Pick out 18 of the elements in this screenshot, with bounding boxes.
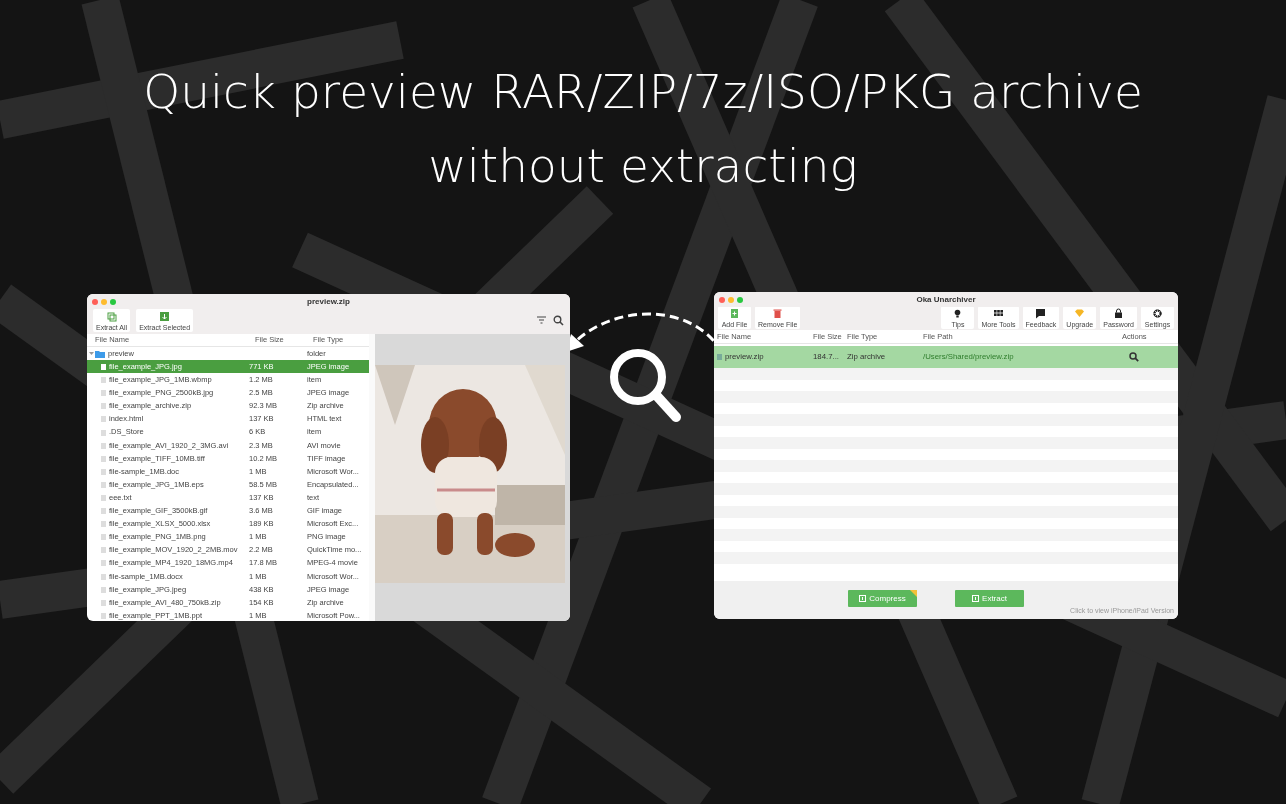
grid-icon — [992, 308, 1004, 319]
trash-icon — [772, 308, 784, 319]
search-icon[interactable] — [1129, 352, 1139, 363]
settings-icon — [1152, 308, 1163, 319]
window-title: Oka Unarchiver — [916, 294, 976, 304]
lock-icon — [1113, 308, 1125, 319]
folder-icon — [95, 349, 105, 358]
search-icon[interactable] — [553, 314, 564, 326]
file-icon — [717, 354, 722, 361]
box-icon — [972, 595, 980, 602]
window-title: preview.zip — [307, 296, 350, 306]
download-icon — [159, 310, 171, 322]
box-icon — [859, 595, 867, 602]
headline: Quick preview RAR/ZIP/7z/ISO/PKG archive without extracting — [142, 63, 1144, 195]
add-file-icon — [729, 308, 740, 319]
corner-tag — [910, 590, 917, 597]
copy-icon — [106, 310, 118, 322]
filter-icon[interactable] — [536, 315, 547, 325]
